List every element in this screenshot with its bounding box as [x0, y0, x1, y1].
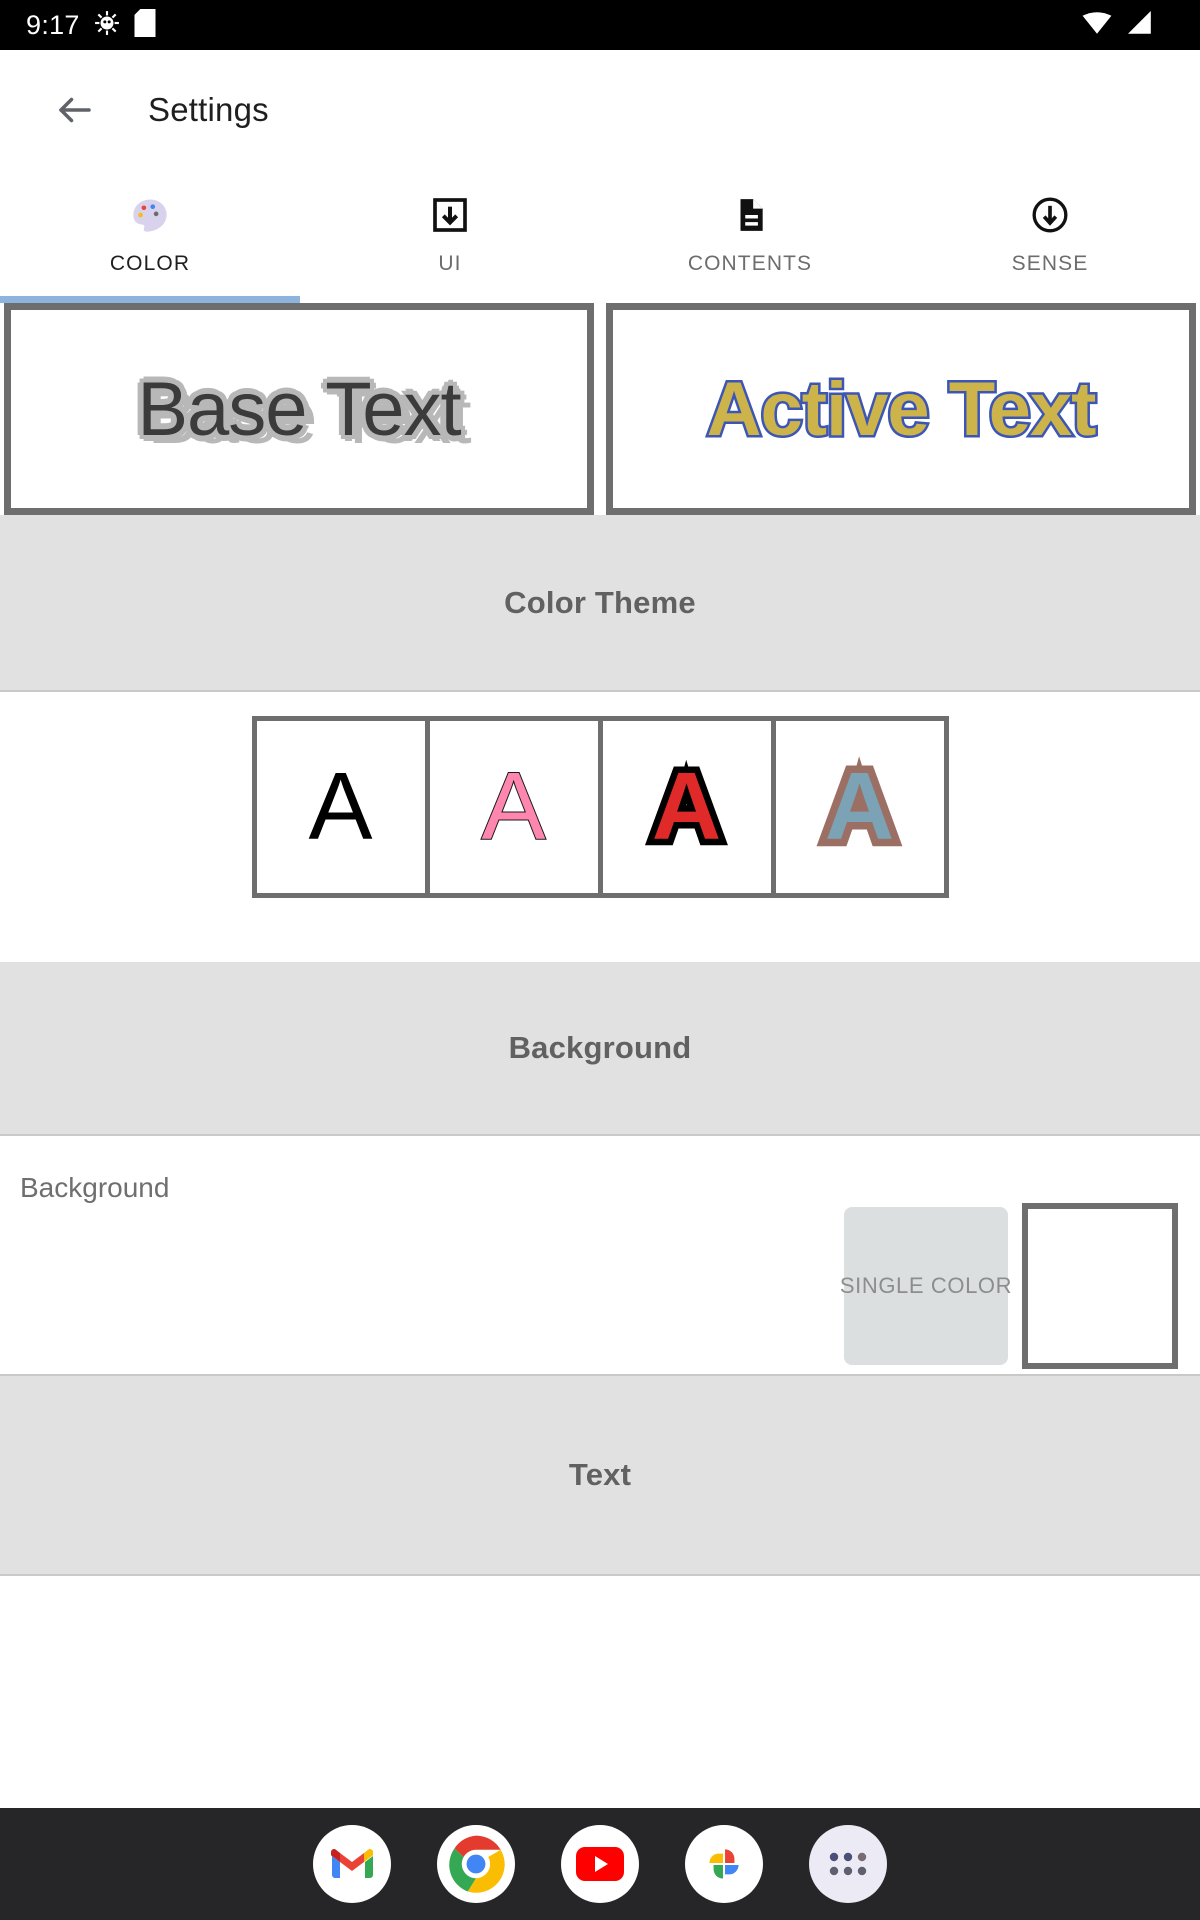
tab-label-ui: UI [438, 252, 462, 275]
back-button[interactable] [44, 79, 106, 141]
background-settings-row: Background SINGLE COLOR [0, 1136, 1200, 1374]
active-text-preview[interactable]: Active Text [606, 303, 1196, 515]
section-title-background: Background [508, 1030, 692, 1065]
bug-icon [94, 10, 120, 41]
background-row-label: Background [20, 1172, 170, 1203]
status-bar-clock: 9:17 [26, 9, 80, 40]
section-header-color-theme: Color Theme [0, 515, 1200, 690]
tab-sense[interactable]: SENSE [900, 170, 1200, 303]
tab-label-sense: SENSE [1011, 252, 1089, 275]
google-photos-icon [709, 1849, 739, 1879]
dock-icon-gmail[interactable] [313, 1825, 391, 1903]
single-color-button[interactable]: SINGLE COLOR [840, 1207, 1012, 1365]
download-box-icon [430, 192, 470, 238]
arrow-back-icon [59, 97, 91, 123]
tab-label-color: COLOR [109, 252, 191, 275]
status-bar-right [1082, 10, 1174, 40]
tab-ui[interactable]: UI [300, 170, 600, 303]
app-drawer-icon [829, 1852, 867, 1876]
active-text-sample: Active Text [704, 364, 1099, 454]
status-bar-left: 9:17 [26, 8, 156, 42]
page-title: Settings [148, 91, 269, 128]
tab-color[interactable]: COLOR [0, 170, 300, 303]
color-theme-swatch-2[interactable]: A [429, 721, 598, 893]
color-theme-swatch-group: A A A A [251, 716, 949, 898]
dock-icon-youtube[interactable] [561, 1825, 639, 1903]
circle-arrow-down-icon [1030, 192, 1070, 238]
status-bar: 9:17 [0, 0, 1200, 50]
background-controls: SINGLE COLOR [0, 1203, 1200, 1374]
base-text-preview[interactable]: Base Text [4, 303, 594, 515]
text-preview-row: Base Text Active Text [0, 303, 1200, 515]
base-text-sample: Base Text [137, 366, 461, 452]
tab-active-indicator [0, 296, 300, 303]
tab-label-contents: CONTENTS [687, 252, 813, 275]
dock-icon-chrome[interactable] [437, 1825, 515, 1903]
chrome-icon [447, 1835, 505, 1893]
youtube-icon [576, 1847, 624, 1881]
swatch-glyph: A [480, 753, 546, 860]
tab-bar: COLOR UI CONTENTS SENSE [0, 170, 1200, 303]
swatch-glyph: A [308, 753, 373, 860]
dock-icon-app-drawer[interactable] [809, 1825, 887, 1903]
color-theme-swatch-3[interactable]: A [602, 721, 771, 893]
divider-text [0, 1574, 1200, 1576]
color-theme-swatch-area: A A A A [0, 692, 1200, 962]
color-theme-swatch-1[interactable]: A [256, 721, 425, 893]
section-header-text: Text [0, 1376, 1200, 1574]
section-header-background: Background [0, 962, 1200, 1134]
color-theme-swatch-4[interactable]: A [775, 721, 944, 893]
dock-icon-google-photos[interactable] [685, 1825, 763, 1903]
swatch-glyph: A [645, 752, 727, 861]
section-title-color-theme: Color Theme [504, 584, 696, 620]
app-dock [0, 1808, 1200, 1920]
sd-card-icon [134, 8, 156, 42]
background-color-swatch[interactable] [1022, 1203, 1178, 1369]
document-icon [731, 192, 769, 238]
section-title-text: Text [568, 1457, 632, 1492]
signal-icon [1126, 10, 1154, 40]
palette-icon [130, 192, 170, 238]
tab-contents[interactable]: CONTENTS [600, 170, 900, 303]
single-color-button-label: SINGLE COLOR [839, 1273, 1013, 1298]
swatch-glyph: A [817, 751, 901, 862]
wifi-icon [1082, 11, 1112, 40]
gmail-icon [331, 1849, 373, 1878]
app-bar: Settings [0, 50, 1200, 170]
